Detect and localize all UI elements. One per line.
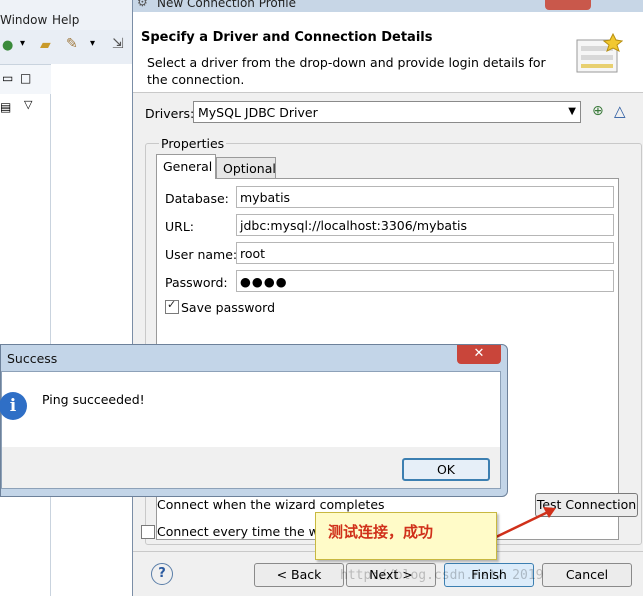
annotation-text: 测试连接，成功 [328, 523, 434, 541]
watermark: http://blog.csdn.net/ 2019 [340, 568, 544, 583]
annotation-arrow-line [495, 510, 549, 539]
tab-general[interactable]: General [156, 154, 216, 179]
annotation-callout: 测试连接，成功 [315, 512, 497, 560]
annotation-arrow [495, 507, 556, 539]
